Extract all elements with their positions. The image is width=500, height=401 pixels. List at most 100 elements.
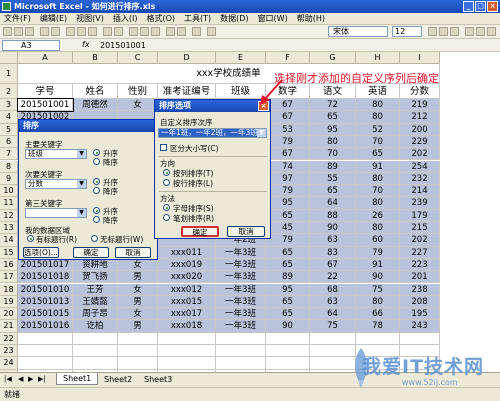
sum-icon[interactable] [129,27,138,36]
column-header[interactable]: C [118,52,158,64]
table-cell[interactable]: 74 [266,160,310,173]
third-key-select[interactable]: ▼ [25,208,87,218]
table-cell[interactable]: 229 [400,135,440,149]
column-header[interactable]: H [356,52,400,64]
column-header[interactable]: B [73,52,118,64]
table-cell[interactable]: 女 [118,258,158,272]
table-cell[interactable]: 男 [118,320,158,333]
table-cell[interactable]: 238 [400,283,440,296]
empty-cell[interactable] [266,345,310,358]
table-cell[interactable]: 79 [356,246,400,259]
secondary-key-select[interactable]: 分数 ▼ [25,179,87,189]
help-icon[interactable] [207,27,216,36]
align-center-icon[interactable] [476,27,485,36]
table-cell[interactable]: 80 [356,99,400,112]
table-cell[interactable]: 202 [400,148,440,161]
table-cell[interactable]: 80 [356,172,400,186]
table-cell[interactable]: 资耕地 [73,258,118,272]
table-cell[interactable]: 52 [356,123,400,136]
chevron-down-icon[interactable]: ▼ [257,129,266,137]
table-cell[interactable]: 202 [400,234,440,247]
table-cell[interactable]: 67 [266,111,310,124]
table-cell[interactable]: 63 [310,295,356,309]
row-header[interactable]: 13 [0,222,18,235]
save-icon[interactable] [25,27,34,36]
chevron-down-icon[interactable]: ▼ [77,209,86,217]
table-cell[interactable]: 95 [266,283,310,296]
table-cell[interactable]: 201 [400,271,440,284]
empty-cell[interactable] [118,332,158,345]
row-header[interactable]: 8 [0,160,18,173]
column-title-cell[interactable]: 分数 [400,84,440,99]
table-cell[interactable]: 179 [400,209,440,222]
table-cell[interactable]: 王芳 [73,283,118,296]
font-size-select[interactable]: 12 [392,26,422,37]
table-cell[interactable]: xxx018 [158,320,216,333]
fx-icon[interactable]: fx [82,40,90,49]
has-header-radio[interactable] [27,235,34,242]
by-column-radio[interactable] [163,169,170,176]
table-cell[interactable]: 80 [356,295,400,309]
empty-cell[interactable] [158,357,216,370]
table-cell[interactable]: 208 [400,295,440,309]
table-cell[interactable]: 195 [400,308,440,321]
empty-cell[interactable] [73,332,118,345]
table-cell[interactable]: 80 [356,222,400,235]
row-header[interactable]: 2 [0,84,18,99]
row-header[interactable]: 11 [0,197,18,210]
table-cell[interactable]: 65 [266,295,310,309]
table-cell[interactable]: 91 [356,160,400,173]
menu-edit[interactable]: 编辑(E) [40,13,67,24]
menu-file[interactable]: 文件(F) [4,13,31,24]
primary-asc-radio[interactable] [93,149,100,156]
row-header[interactable]: 4 [0,111,18,124]
table-cell[interactable]: 一年3班 [216,271,266,284]
chart-icon[interactable] [166,27,175,36]
table-cell[interactable]: 65 [266,308,310,321]
row-header[interactable]: 5 [0,123,18,136]
column-header[interactable]: G [310,52,356,64]
table-cell[interactable]: 215 [400,222,440,235]
maximize-icon[interactable]: □ [475,1,486,12]
row-header[interactable]: 16 [0,258,18,272]
table-cell[interactable]: 周子昂 [73,308,118,321]
table-cell[interactable]: 201501017 [18,258,73,272]
sort-ok-button[interactable]: 确定 [73,247,109,258]
table-cell[interactable]: 201501015 [18,308,73,321]
sort-cancel-button[interactable]: 取消 [115,247,151,258]
row-header[interactable]: 3 [0,99,18,112]
table-cell[interactable]: 讫柏 [73,320,118,333]
table-cell[interactable]: 63 [310,234,356,247]
row-header[interactable]: 15 [0,246,18,259]
table-cell[interactable]: 243 [400,320,440,333]
column-title-cell[interactable]: 语文 [310,84,356,99]
empty-cell[interactable] [158,332,216,345]
table-cell[interactable]: 女 [118,283,158,296]
table-cell[interactable]: 223 [400,258,440,272]
table-cell[interactable]: 95 [310,123,356,136]
row-header[interactable]: 19 [0,295,18,309]
row-header[interactable]: 17 [0,271,18,284]
row-header[interactable]: 7 [0,148,18,161]
row-header[interactable]: 22 [0,332,18,345]
table-cell[interactable]: 65 [356,148,400,161]
options-cancel-button[interactable]: 取消 [227,226,265,237]
empty-cell[interactable] [18,357,73,370]
row-header[interactable]: 10 [0,185,18,198]
table-cell[interactable]: 周德然 [73,99,118,112]
column-title-cell[interactable]: 学号 [18,84,73,99]
table-cell[interactable]: 26 [356,209,400,222]
menu-window[interactable]: 窗口(W) [258,13,288,24]
table-cell[interactable]: 68 [310,283,356,296]
row-header[interactable]: 21 [0,320,18,333]
table-cell[interactable]: 一年3班 [216,283,266,296]
zoom-icon[interactable] [192,27,201,36]
bold-icon[interactable] [428,27,437,36]
table-cell[interactable]: 男 [118,271,158,284]
table-cell[interactable]: 65 [266,246,310,259]
table-cell[interactable]: 95 [266,197,310,210]
table-cell[interactable]: 200 [400,123,440,136]
options-ok-button[interactable]: 确定 [181,226,219,237]
by-row-radio[interactable] [163,179,170,186]
tab-sheet2[interactable]: Sheet2 [98,374,138,385]
